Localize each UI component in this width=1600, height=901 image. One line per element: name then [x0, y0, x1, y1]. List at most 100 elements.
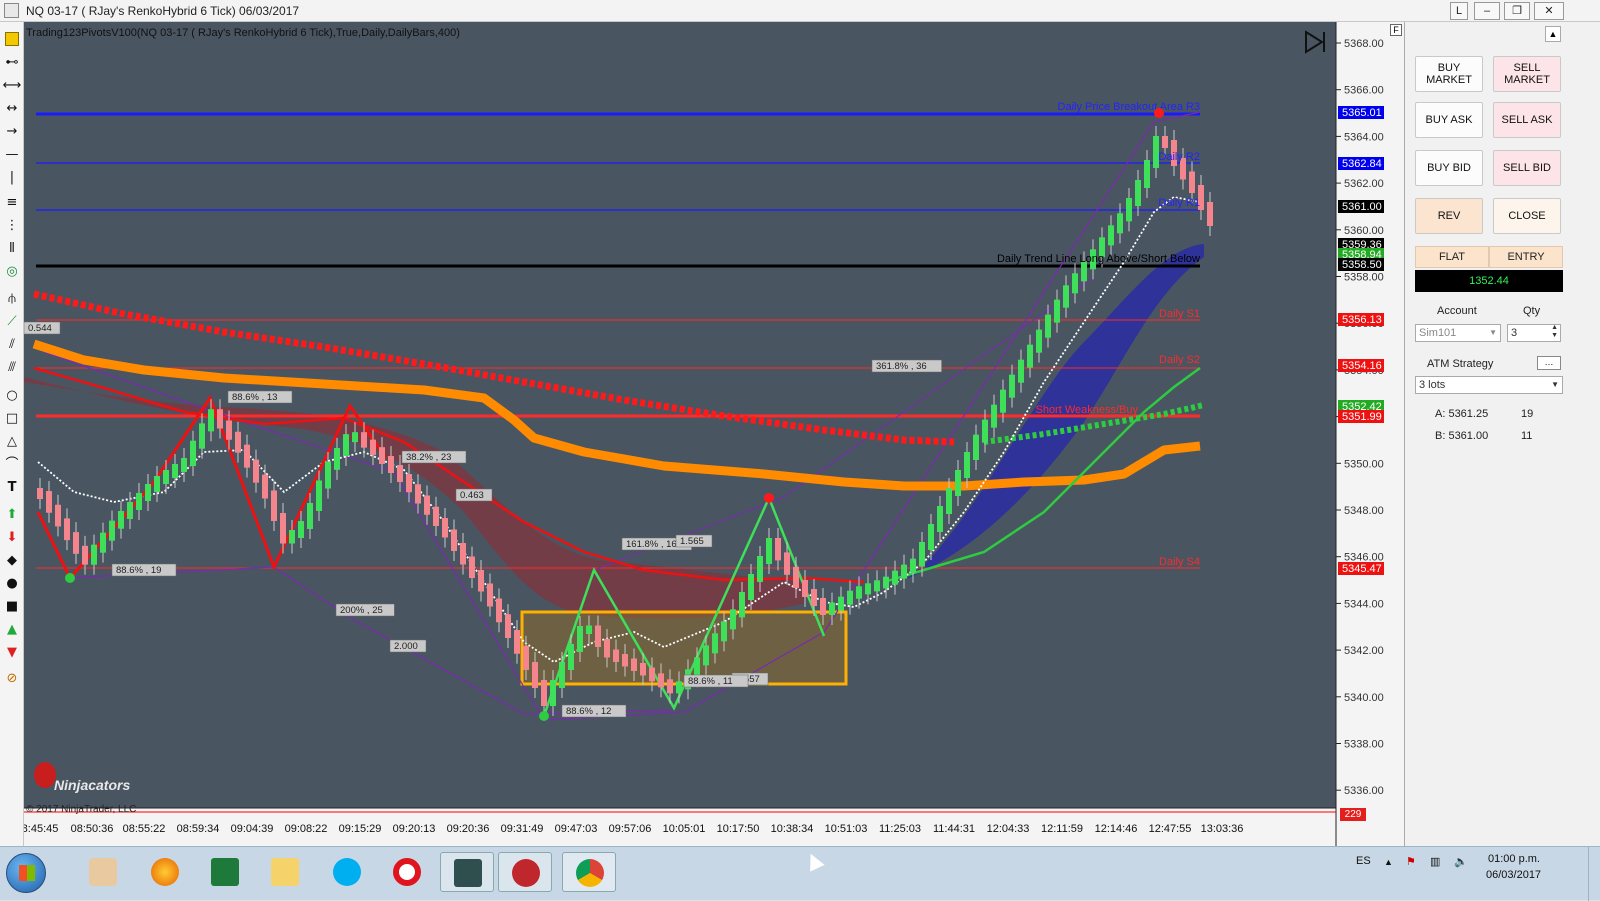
- app-hand-icon[interactable]: [76, 852, 130, 892]
- firefox-icon[interactable]: [138, 852, 192, 892]
- bull-candle: [559, 662, 565, 688]
- level-label: Daily R2: [1158, 151, 1200, 163]
- reverse-button[interactable]: REV: [1415, 198, 1483, 234]
- text-icon[interactable]: T: [2, 479, 22, 497]
- time-label: 08:55:22: [123, 823, 166, 835]
- action-center-icon[interactable]: ⚑: [1406, 855, 1416, 868]
- excel-icon[interactable]: [198, 852, 252, 892]
- network-icon[interactable]: ▥: [1430, 855, 1440, 868]
- sell-ask-button[interactable]: SELL ASK: [1493, 102, 1561, 138]
- fib-time-icon[interactable]: ⦀: [2, 240, 22, 258]
- atm-strategy-label: ATM Strategy: [1427, 358, 1494, 370]
- close-window-button[interactable]: ✕: [1534, 2, 1564, 20]
- bear-candle: [370, 439, 376, 456]
- clock-time[interactable]: 01:00 p.m.: [1488, 853, 1540, 865]
- chart-canvas[interactable]: 8:45:45 08:50:36 08:55:22 08:59:34 09:04:39 0…: [22, 22, 1404, 846]
- extended-line-icon[interactable]: ↔: [2, 100, 22, 118]
- arc-icon[interactable]: ⌒: [2, 456, 22, 474]
- scroll-up-arrow[interactable]: ▲: [1545, 26, 1561, 42]
- ninjatrader-control-icon[interactable]: [440, 852, 494, 892]
- time-label: 09:47:03: [555, 823, 598, 835]
- start-button[interactable]: [6, 853, 46, 893]
- clock-date[interactable]: 06/03/2017: [1486, 869, 1541, 881]
- bear-candle: [361, 432, 367, 448]
- tab-flat[interactable]: FLAT: [1415, 246, 1489, 268]
- square-icon[interactable]: ■: [2, 598, 22, 616]
- qty-input[interactable]: 3 ▲ ▼: [1507, 324, 1561, 342]
- volume-icon[interactable]: 🔈: [1454, 855, 1468, 868]
- show-hidden-icons-icon[interactable]: ▲: [1384, 857, 1393, 867]
- bear-candle: [253, 459, 259, 483]
- time-label: 10:05:01: [663, 823, 706, 835]
- bear-candle: [514, 630, 520, 654]
- fib-circle-icon[interactable]: ◎: [2, 263, 22, 281]
- close-position-button[interactable]: CLOSE: [1493, 198, 1561, 234]
- parallel-lines-icon[interactable]: ⫻: [2, 359, 22, 377]
- vertical-line-icon[interactable]: |: [2, 169, 22, 187]
- bear-candle: [631, 658, 637, 671]
- bear-candle: [280, 513, 286, 544]
- bull-candle: [91, 544, 97, 565]
- fib-label: 361.8% , 36: [876, 361, 927, 372]
- chart-style-icon[interactable]: [5, 32, 19, 46]
- sell-bid-button[interactable]: SELL BID: [1493, 150, 1561, 186]
- maximize-button[interactable]: ❐: [1504, 2, 1530, 20]
- show-desktop-button[interactable]: [1588, 847, 1600, 901]
- minimize-button[interactable]: –: [1474, 2, 1500, 20]
- horizontal-line-icon[interactable]: —: [2, 146, 22, 164]
- opera-icon[interactable]: [380, 852, 434, 892]
- trend-channel-icon[interactable]: ⟋: [2, 313, 22, 331]
- chrome-icon[interactable]: [562, 852, 616, 892]
- triangle-icon[interactable]: △: [2, 433, 22, 451]
- ruler-icon[interactable]: ⊷: [2, 54, 22, 72]
- rectangle-icon[interactable]: □: [2, 410, 22, 428]
- fib-extension-icon[interactable]: ⋮: [2, 217, 22, 235]
- bull-candle: [739, 592, 745, 618]
- fib-label: 88.6% , 12: [566, 706, 611, 717]
- arrow-up-icon[interactable]: ⬆: [2, 506, 22, 524]
- buy-bid-button[interactable]: BUY BID: [1415, 150, 1483, 186]
- level-label: Daily S4: [1159, 556, 1200, 568]
- diamond-icon[interactable]: ◆: [2, 552, 22, 570]
- fib-label: 1.565: [680, 536, 704, 547]
- line-icon[interactable]: ⟷: [2, 77, 22, 95]
- bull-candle: [136, 493, 142, 510]
- bull-candle: [766, 538, 772, 564]
- time-label: 8:45:45: [24, 823, 58, 835]
- andrews-pitchfork-icon[interactable]: ≡: [2, 194, 22, 212]
- bull-candle: [676, 681, 682, 694]
- buy-ask-button[interactable]: BUY ASK: [1415, 102, 1483, 138]
- arrow-down-icon[interactable]: ⬇: [2, 529, 22, 547]
- qty-stepper-icon[interactable]: ▲ ▼: [1551, 324, 1558, 340]
- f-button[interactable]: F: [1390, 24, 1402, 36]
- triangle-up-icon[interactable]: ▲: [2, 621, 22, 639]
- fib-label: 161.8% , 16: [626, 539, 677, 550]
- buy-market-button[interactable]: BUY MARKET: [1415, 56, 1483, 92]
- bear-candle: [478, 570, 484, 592]
- ninjatrader-icon[interactable]: [498, 852, 552, 892]
- dot-icon[interactable]: ●: [2, 575, 22, 593]
- gann-icon[interactable]: ⫛: [2, 290, 22, 308]
- time-label: 09:57:06: [609, 823, 652, 835]
- link-button[interactable]: L: [1450, 2, 1468, 20]
- account-select[interactable]: Sim101 ▼: [1415, 324, 1501, 342]
- price-chart[interactable]: 8:45:45 08:50:36 08:55:22 08:59:34 09:04:39 0…: [22, 22, 1404, 846]
- language-indicator[interactable]: ES: [1356, 855, 1371, 867]
- remove-drawings-icon[interactable]: ⊘: [2, 670, 22, 688]
- skype-icon[interactable]: [320, 852, 374, 892]
- file-explorer-icon[interactable]: [258, 852, 312, 892]
- account-value: Sim101: [1419, 327, 1457, 339]
- bull-candle: [937, 506, 943, 532]
- atm-settings-button[interactable]: …: [1537, 356, 1561, 370]
- bull-candle: [586, 625, 592, 634]
- bull-candle: [1135, 180, 1141, 206]
- ellipse-icon[interactable]: ○: [2, 387, 22, 405]
- triangle-down-icon[interactable]: ▼: [2, 644, 22, 662]
- regression-icon[interactable]: ⫽: [2, 336, 22, 354]
- pivot-low-marker: [539, 711, 549, 721]
- tab-entry[interactable]: ENTRY: [1489, 246, 1563, 268]
- sell-market-button[interactable]: SELL MARKET: [1493, 56, 1561, 92]
- ray-icon[interactable]: →: [2, 123, 22, 141]
- atm-strategy-select[interactable]: 3 lots ▼: [1415, 376, 1563, 394]
- pnl-display: 1352.44: [1415, 270, 1563, 292]
